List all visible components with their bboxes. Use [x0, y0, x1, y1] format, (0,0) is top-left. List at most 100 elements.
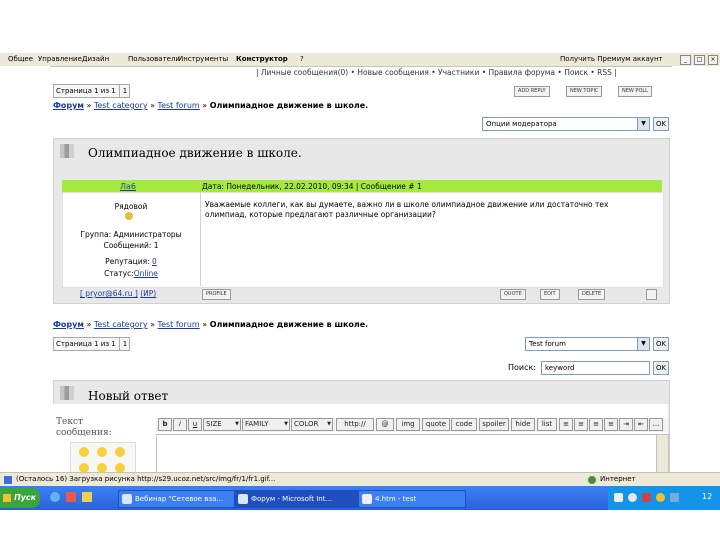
task-notepad[interactable]: 4.htm - test	[358, 490, 466, 508]
close-icon[interactable]: ×	[708, 55, 718, 65]
volume-icon[interactable]	[656, 493, 665, 502]
language-icon[interactable]	[670, 493, 679, 502]
search-input[interactable]: keyword	[541, 361, 650, 375]
start-label: Пуск	[14, 493, 37, 502]
align-right-icon[interactable]: ≡	[589, 418, 603, 431]
edit-button[interactable]: EDIT	[540, 289, 560, 300]
more-icon[interactable]: …	[649, 418, 663, 431]
forum-jump-go-button[interactable]: OK	[653, 337, 669, 351]
start-button[interactable]: Пуск	[0, 488, 40, 508]
chevron-down-icon[interactable]: ▼	[637, 338, 649, 350]
breadcrumb-subforum[interactable]: Test forum	[158, 101, 200, 110]
align-center-icon[interactable]: ≡	[574, 418, 588, 431]
outdent-icon[interactable]: ⇤	[634, 418, 648, 431]
breadcrumb-sep: »	[147, 320, 158, 329]
moderator-go-button[interactable]: OK	[653, 117, 669, 131]
quote-tag-button[interactable]: quote	[422, 418, 450, 431]
breadcrumb-subforum[interactable]: Test forum	[158, 320, 200, 329]
color-label: COLOR	[294, 420, 319, 428]
forum-jump-select[interactable]: Test forum ▼	[525, 337, 650, 351]
reputation-value[interactable]: 0	[152, 257, 157, 266]
network-icon[interactable]	[614, 493, 623, 502]
folder-quicklaunch-icon[interactable]	[82, 492, 92, 502]
status-text: (Осталось 16) Загрузка рисунка http://s2…	[16, 475, 276, 483]
italic-button[interactable]: i	[173, 418, 187, 431]
message-textarea[interactable]	[156, 434, 658, 474]
maximize-icon[interactable]: □	[694, 55, 705, 65]
new-topic-button[interactable]: NEW TOPIC	[566, 86, 603, 97]
task-forum[interactable]: Форум - Microsoft Int...	[234, 490, 368, 508]
breadcrumb-category[interactable]: Test category	[94, 101, 148, 110]
post-author[interactable]: Ла6	[120, 182, 136, 191]
grin-icon[interactable]	[97, 447, 107, 457]
menu-help[interactable]: ?	[300, 55, 304, 63]
search-go-button[interactable]: OK	[653, 361, 669, 375]
add-reply-button[interactable]: ADD REPLY	[514, 86, 550, 97]
post-divider	[200, 192, 201, 286]
windows-logo-icon	[3, 494, 11, 502]
ip-link[interactable]: (ИР)	[140, 289, 156, 298]
post-status: Статус:Online	[62, 269, 200, 278]
bold-button[interactable]: b	[158, 418, 172, 431]
img-button[interactable]: img	[396, 418, 420, 431]
select-post-checkbox[interactable]	[646, 289, 657, 300]
ip-address[interactable]: [ pryor@64.ru ]	[80, 289, 138, 298]
menu-management[interactable]: Управление	[38, 55, 82, 63]
breadcrumb-forum[interactable]: Форум	[53, 320, 84, 329]
breadcrumb-sep: »	[199, 101, 210, 110]
cool-icon[interactable]	[115, 447, 125, 457]
media-quicklaunch-icon[interactable]	[66, 492, 76, 502]
reputation-label: Репутация:	[105, 257, 150, 266]
menubar: Общее Управление Дизайн Пользователи Инс…	[0, 53, 720, 67]
justify-icon[interactable]: ≡	[604, 418, 618, 431]
chevron-down-icon: ▼	[284, 421, 288, 427]
indent-icon[interactable]: ⇥	[619, 418, 633, 431]
profile-button[interactable]: PROFILE	[202, 289, 231, 300]
menu-users[interactable]: Пользователи	[128, 55, 180, 63]
align-left-icon[interactable]: ≡	[559, 418, 573, 431]
smile-icon[interactable]	[79, 447, 89, 457]
minimize-icon[interactable]: _	[680, 55, 691, 65]
breadcrumb-category[interactable]: Test category	[94, 320, 148, 329]
family-select[interactable]: FAMILY ▼	[242, 418, 290, 431]
ie-quicklaunch-icon[interactable]	[50, 492, 60, 502]
menu-design[interactable]: Дизайн	[82, 55, 109, 63]
quote-button[interactable]: QUOTE	[500, 289, 526, 300]
ie-icon	[122, 494, 132, 504]
post-ip: [ pryor@64.ru ] (ИР)	[80, 289, 156, 298]
post-messages: Сообщений: 1	[103, 241, 159, 250]
email-button[interactable]: @	[376, 418, 394, 431]
menu-constructor[interactable]: Конструктор	[236, 55, 288, 63]
delete-button[interactable]: DELETE	[578, 289, 606, 300]
pager-page[interactable]: 1	[118, 85, 127, 97]
breadcrumb-forum[interactable]: Форум	[53, 101, 84, 110]
menu-tools[interactable]: Инструменты	[178, 55, 228, 63]
task-forum-label: Форум - Microsoft Int...	[251, 495, 333, 503]
moderator-options-select[interactable]: Опции модератора ▼	[482, 117, 650, 131]
pager-bottom: Страница 1 из 11	[53, 337, 131, 351]
breadcrumb: Форум » Test category » Test forum » Оли…	[53, 101, 368, 110]
top-links[interactable]: | Личные сообщения(0) • Новые сообщения …	[256, 68, 617, 77]
underline-button[interactable]: u	[188, 418, 202, 431]
breadcrumb-sep: »	[147, 101, 158, 110]
new-poll-button[interactable]: NEW POLL	[618, 86, 652, 97]
chevron-down-icon[interactable]: ▼	[637, 118, 649, 130]
code-button[interactable]: code	[451, 418, 477, 431]
antivirus-icon[interactable]	[642, 493, 651, 502]
task-webinar-label: Вебинар "Сетевое вза...	[135, 495, 224, 503]
size-select[interactable]: SIZE ▼	[203, 418, 241, 431]
hide-button[interactable]: hide	[511, 418, 535, 431]
spoiler-button[interactable]: spoiler	[479, 418, 509, 431]
color-select[interactable]: COLOR ▼	[291, 418, 333, 431]
premium-link[interactable]: Получить Премиум аккаунт	[560, 55, 663, 63]
textarea-scrollbar[interactable]	[656, 434, 669, 474]
task-webinar[interactable]: Вебинар "Сетевое вза...	[118, 490, 244, 508]
pager-page[interactable]: 1	[118, 338, 127, 350]
globe-icon	[588, 476, 596, 484]
size-label: SIZE	[206, 420, 222, 428]
list-button[interactable]: list	[537, 418, 557, 431]
menu-general[interactable]: Общее	[8, 55, 33, 63]
search-label: Поиск:	[508, 363, 537, 372]
shield-icon[interactable]	[628, 493, 637, 502]
url-button[interactable]: http://	[336, 418, 374, 431]
